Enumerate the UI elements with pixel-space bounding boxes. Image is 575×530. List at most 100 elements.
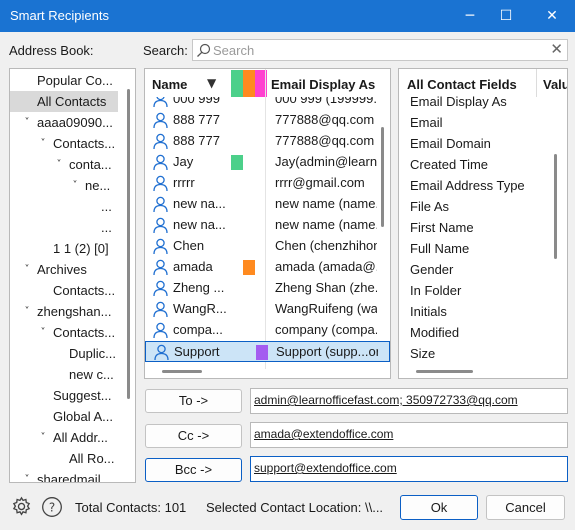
chevron-down-icon[interactable]: ˅ xyxy=(21,259,33,280)
contact-field-item[interactable]: Size xyxy=(410,343,435,363)
tree-item[interactable]: ˅ Contacts... xyxy=(10,322,118,343)
contact-email: Jay(admin@learn... xyxy=(275,154,377,169)
clear-search-icon[interactable]: ✕ xyxy=(550,40,563,58)
tree-item[interactable]: 1 1 (2) [0] xyxy=(10,238,118,259)
fields-horizontal-scrollbar[interactable] xyxy=(416,370,473,373)
table-row[interactable]: new na... new name (name... xyxy=(145,194,390,215)
chevron-down-icon[interactable]: ˅ xyxy=(21,301,33,322)
tree-scrollbar[interactable] xyxy=(127,89,130,399)
contact-field-item[interactable]: File As xyxy=(410,196,449,217)
table-row[interactable]: 888 777 777888@qq.com xyxy=(145,110,390,131)
contact-field-item[interactable]: Email Address Type xyxy=(410,175,525,196)
tree-item-label: Global A... xyxy=(53,409,113,424)
table-row[interactable]: amada amada (amada@... xyxy=(145,257,390,278)
bcc-button[interactable]: Bcc -> xyxy=(145,458,242,482)
contact-field-item[interactable]: In Folder xyxy=(410,280,461,301)
table-row[interactable]: Support Support (supp...or... xyxy=(145,341,390,362)
tree-item[interactable]: ˅ aaaa09090... xyxy=(10,112,118,133)
table-row[interactable]: 000 999 000 999 (199999... xyxy=(145,97,390,110)
sort-chevron-icon[interactable]: ▼ xyxy=(207,76,216,90)
table-row[interactable]: Zheng ... Zheng Shan (zhe... xyxy=(145,278,390,299)
to-field[interactable]: admin@learnofficefast.com; 350972733@qq.… xyxy=(250,388,568,414)
tree-item[interactable]: Popular Co... xyxy=(10,70,118,91)
tree-item[interactable]: ˅ zhengshan... xyxy=(10,301,118,322)
tree-item-label: Contacts... xyxy=(53,325,116,340)
fields-vertical-scrollbar[interactable] xyxy=(554,154,557,259)
ok-button[interactable]: Ok xyxy=(400,495,478,520)
table-row[interactable]: Jay Jay(admin@learn... xyxy=(145,152,390,173)
help-icon[interactable]: ? xyxy=(41,496,63,518)
tree-item[interactable]: Suggest... xyxy=(10,385,118,406)
cc-field[interactable]: amada@extendoffice.com xyxy=(250,422,568,448)
contact-field-item[interactable]: Email Display As xyxy=(410,93,507,112)
chevron-down-icon[interactable]: ˅ xyxy=(21,469,33,482)
tree-item[interactable]: ... xyxy=(10,217,118,238)
tree-item[interactable]: ˅ Contacts... xyxy=(10,133,118,154)
table-row[interactable]: new na... new name (name... xyxy=(145,215,390,236)
tree-item[interactable]: ˅ conta... xyxy=(10,154,118,175)
close-button[interactable]: ✕ xyxy=(535,0,569,32)
cancel-button[interactable]: Cancel xyxy=(486,495,565,520)
contact-email: 777888@qq.com xyxy=(275,112,375,127)
email-column-header[interactable]: Email Display As xyxy=(271,77,375,92)
contact-field-item[interactable]: Modified xyxy=(410,322,459,343)
cc-value: amada@extendoffice.com xyxy=(254,427,394,441)
chevron-down-icon[interactable]: ˅ xyxy=(21,112,33,133)
cc-button[interactable]: Cc -> xyxy=(145,424,242,448)
tree-item[interactable]: Duplic... xyxy=(10,343,118,364)
contact-email: amada (amada@... xyxy=(275,259,377,274)
contacts-grid[interactable]: Name ▼ Email Display As 000 999 000 999 (… xyxy=(144,68,391,379)
window-title: Smart Recipients xyxy=(10,8,109,23)
selected-location-label: Selected Contact Location: \\... xyxy=(206,500,384,515)
tree-item[interactable]: All Ro... xyxy=(10,448,118,469)
table-row[interactable]: Chen Chen (chenzhihon... xyxy=(145,236,390,257)
address-book-tree[interactable]: Popular Co... All Contacts ˅ aaaa09090... ˅ C… xyxy=(9,68,136,483)
tree-item-label: All Contacts xyxy=(37,94,107,109)
contact-field-item[interactable]: Initials xyxy=(410,301,447,322)
bcc-field[interactable]: support@extendoffice.com xyxy=(250,456,568,482)
category-green-column[interactable] xyxy=(231,70,243,97)
tree-item-label: aaaa09090... xyxy=(37,115,113,130)
person-icon xyxy=(153,154,168,171)
value-column-header: Valu xyxy=(543,77,568,92)
name-column-header[interactable]: Name xyxy=(152,77,187,92)
contact-field-item[interactable]: Email Domain xyxy=(410,133,491,154)
search-input[interactable]: Search ✕ xyxy=(192,39,568,61)
table-row[interactable]: 888 777 777888@qq.com xyxy=(145,131,390,152)
grid-vertical-scrollbar[interactable] xyxy=(381,127,384,227)
tree-item[interactable]: Global A... xyxy=(10,406,118,427)
tree-item[interactable]: Contacts... xyxy=(10,280,118,301)
tree-item[interactable]: new c... xyxy=(10,364,118,385)
table-row[interactable]: rrrrr rrrr@gmail.com xyxy=(145,173,390,194)
to-button[interactable]: To -> xyxy=(145,389,242,413)
chevron-down-icon[interactable]: ˅ xyxy=(37,322,49,343)
contact-name: 888 777 xyxy=(173,133,220,148)
maximize-button[interactable]: ☐ xyxy=(489,0,523,32)
tree-item[interactable]: ˅ All Addr... xyxy=(10,427,118,448)
chevron-down-icon[interactable]: ˅ xyxy=(53,154,65,175)
chevron-down-icon[interactable]: ˅ xyxy=(69,175,81,196)
title-bar: Smart Recipients ─ ☐ ✕ xyxy=(0,0,575,32)
category-orange-column[interactable] xyxy=(243,70,255,97)
gear-icon[interactable] xyxy=(11,496,32,517)
table-row[interactable]: compa... company (compa... xyxy=(145,320,390,341)
contact-fields-panel[interactable]: All Contact Fields Valu Email Display As… xyxy=(398,68,568,379)
contact-field-item[interactable]: Created Time xyxy=(410,154,488,175)
contact-field-item[interactable]: Email xyxy=(410,112,443,133)
person-icon xyxy=(153,217,168,234)
contact-field-item[interactable]: Full Name xyxy=(410,238,469,259)
tree-item[interactable]: ˅ Archives xyxy=(10,259,118,280)
tree-item[interactable]: ˅ sharedmail... xyxy=(10,469,118,482)
to-value: admin@learnofficefast.com; 350972733@qq.… xyxy=(254,393,518,407)
grid-horizontal-scrollbar[interactable] xyxy=(162,370,202,373)
tree-item[interactable]: ˅ ne... xyxy=(10,175,118,196)
tree-item-label: Popular Co... xyxy=(37,73,113,88)
chevron-down-icon[interactable]: ˅ xyxy=(37,133,49,154)
contact-field-item[interactable]: Gender xyxy=(410,259,453,280)
tree-item[interactable]: ... xyxy=(10,196,118,217)
chevron-down-icon[interactable]: ˅ xyxy=(37,427,49,448)
table-row[interactable]: WangR... WangRuifeng (wa... xyxy=(145,299,390,320)
contact-field-item[interactable]: First Name xyxy=(410,217,474,238)
minimize-button[interactable]: ─ xyxy=(453,0,487,32)
tree-item[interactable]: All Contacts xyxy=(10,91,118,112)
